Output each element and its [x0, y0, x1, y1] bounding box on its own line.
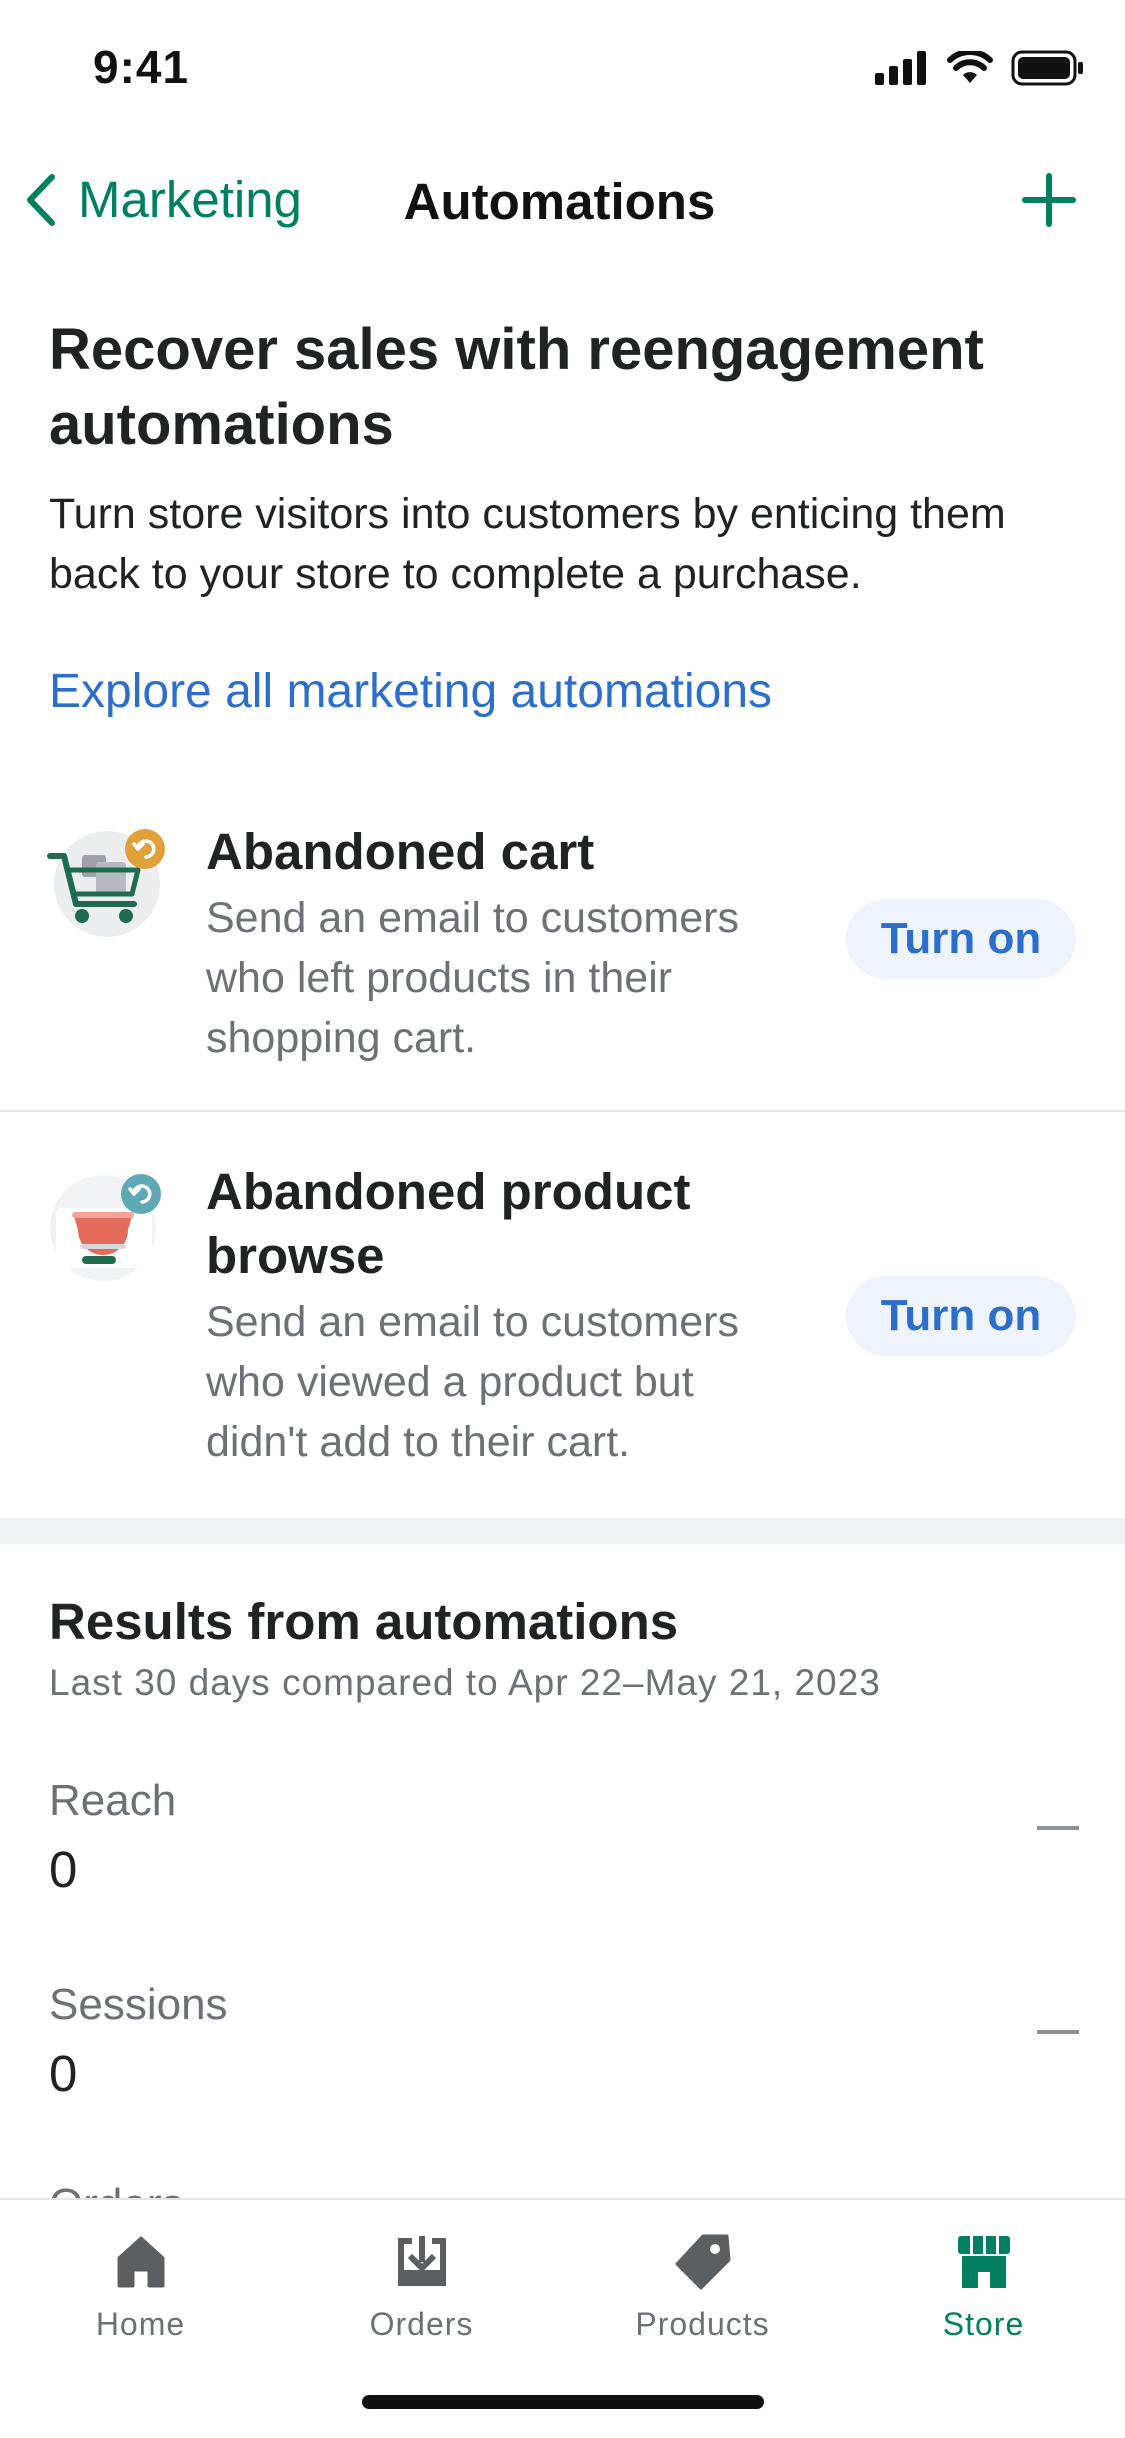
add-automation-button[interactable] — [1017, 168, 1081, 232]
plus-icon — [1022, 173, 1076, 227]
orders-icon — [397, 2236, 446, 2286]
automation-description: Send an email to customers who left prod… — [206, 894, 739, 1062]
trend-dash-icon — [1037, 1826, 1079, 1830]
back-label: Marketing — [78, 171, 302, 228]
automation-description: Send an email to customers who viewed a … — [206, 1298, 739, 1466]
automation-item-abandoned-browse: Abandoned product browse Send an email t… — [0, 1150, 1125, 1518]
metric-value: 0 — [49, 2045, 78, 2102]
hero-section: Recover sales with reengagement automati… — [49, 312, 1079, 719]
metric-reach[interactable]: Reach 0 — [49, 1776, 1079, 1899]
abandoned-browse-icon — [46, 1160, 168, 1282]
tab-label: Orders — [369, 2306, 474, 2342]
metric-sessions[interactable]: Sessions 0 — [49, 1980, 1079, 2103]
wifi-icon — [947, 51, 993, 83]
status-bar: 9:41 — [0, 0, 1125, 140]
status-icons — [875, 50, 1085, 86]
tab-home[interactable]: Home — [0, 2232, 281, 2343]
turn-on-abandoned-browse-button[interactable]: Turn on — [846, 1276, 1076, 1356]
results-date-range: Last 30 days compared to Apr 22–May 21, … — [49, 1662, 881, 1703]
automation-item-abandoned-cart: Abandoned cart Send an email to customer… — [0, 810, 1125, 1110]
metric-label: Reach — [49, 1776, 177, 1825]
metric-label: Sessions — [49, 1980, 228, 2029]
automation-body: Abandoned cart Send an email to customer… — [206, 820, 806, 1068]
back-button[interactable]: Marketing — [22, 170, 302, 229]
tab-orders[interactable]: Orders — [281, 2232, 562, 2343]
tab-label: Products — [635, 2306, 770, 2342]
divider — [0, 1110, 1125, 1112]
abandoned-cart-icon — [46, 820, 168, 942]
home-indicator — [362, 2395, 764, 2409]
home-icon — [117, 2236, 164, 2288]
tab-label: Home — [95, 2306, 186, 2342]
automation-body: Abandoned product browse Send an email t… — [206, 1160, 806, 1472]
navigation-bar: Marketing Automations — [0, 150, 1125, 246]
automation-title: Abandoned product browse — [206, 1163, 691, 1284]
metric-value: 0 — [49, 1841, 78, 1898]
results-title: Results from automations — [49, 1593, 679, 1650]
battery-icon — [1011, 50, 1083, 86]
signal-icon — [875, 51, 926, 85]
automation-title: Abandoned cart — [206, 823, 595, 880]
chevron-left-icon — [27, 173, 55, 226]
tag-icon — [675, 2234, 730, 2290]
turn-on-abandoned-cart-button[interactable]: Turn on — [846, 899, 1076, 979]
hero-description: Turn store visitors into customers by en… — [49, 490, 1006, 598]
hero-title: Recover sales with reengagement automati… — [49, 317, 984, 457]
section-separator — [0, 1518, 1125, 1544]
trend-dash-icon — [1037, 2030, 1079, 2034]
tab-products[interactable]: Products — [562, 2232, 843, 2343]
results-section: Results from automations Last 30 days co… — [49, 1590, 1079, 1704]
status-time: 9:41 — [93, 41, 190, 93]
store-icon — [957, 2236, 1010, 2288]
tab-label: Store — [942, 2306, 1025, 2342]
tab-store[interactable]: Store — [843, 2232, 1124, 2343]
explore-automations-link[interactable]: Explore all marketing automations — [49, 664, 772, 719]
